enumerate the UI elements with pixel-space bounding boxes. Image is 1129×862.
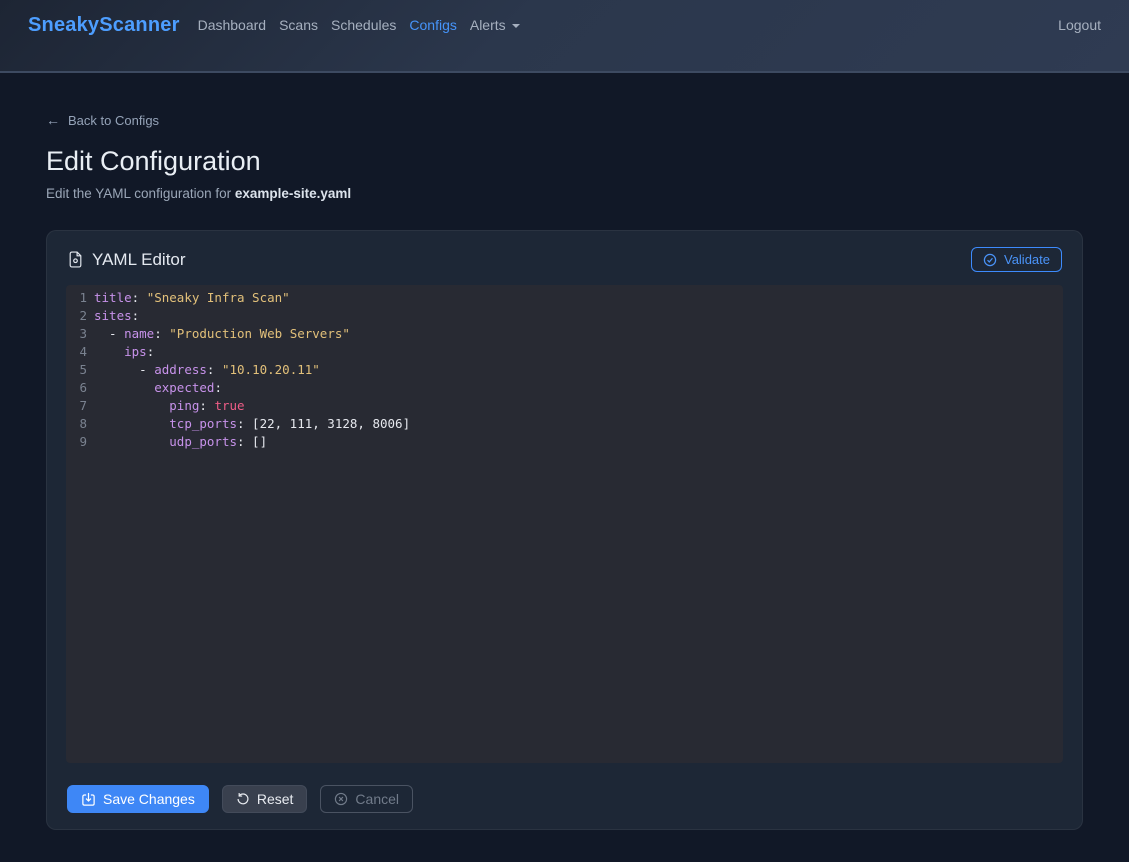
code-line[interactable]: 8 tcp_ports: [22, 111, 3128, 8006] [66, 415, 1063, 433]
nav-item-alerts[interactable]: Alerts [470, 17, 520, 33]
line-number: 3 [66, 325, 87, 343]
main-content: ← Back to Configs Edit Configuration Edi… [46, 73, 1083, 830]
card-title: YAML Editor [67, 250, 186, 270]
line-number: 7 [66, 397, 87, 415]
yaml-editor-card: YAML Editor Validate 1 title: "Sneaky Inf… [46, 230, 1083, 830]
code-line[interactable]: 4 ips: [66, 343, 1063, 361]
code-text: ips: [94, 343, 154, 361]
cancel-button[interactable]: Cancel [320, 785, 413, 813]
page-title: Edit Configuration [46, 146, 1083, 177]
file-code-icon [67, 251, 84, 268]
brand-logo[interactable]: SneakyScanner [28, 14, 180, 37]
subtitle-text: Edit the YAML configuration for [46, 186, 235, 201]
card-title-label: YAML Editor [92, 250, 186, 270]
line-number: 1 [66, 289, 87, 307]
x-circle-icon [334, 792, 348, 806]
yaml-code-editor[interactable]: 1title: "Sneaky Infra Scan"2sites:3 - na… [66, 285, 1063, 763]
code-text: - name: "Production Web Servers" [94, 325, 350, 343]
line-number: 8 [66, 415, 87, 433]
line-number: 2 [66, 307, 87, 325]
card-header: YAML Editor Validate [47, 231, 1082, 285]
nav-item-configs[interactable]: Configs [409, 17, 456, 33]
save-icon [81, 792, 96, 807]
code-text: - address: "10.10.20.11" [94, 361, 320, 379]
reset-button[interactable]: Reset [222, 785, 308, 813]
reset-counterclockwise-icon [236, 792, 250, 806]
card-footer: Save Changes Reset Cance [47, 763, 1082, 829]
code-text: title: "Sneaky Infra Scan" [94, 289, 290, 307]
code-line[interactable]: 7 ping: true [66, 397, 1063, 415]
nav-items: Dashboard Scans Schedules Configs Alerts [198, 17, 520, 33]
line-number: 9 [66, 433, 87, 451]
nav-item-scans[interactable]: Scans [279, 17, 318, 33]
back-link-label: Back to Configs [68, 113, 159, 128]
code-line[interactable]: 5 - address: "10.10.20.11" [66, 361, 1063, 379]
code-area: 1title: "Sneaky Infra Scan"2sites:3 - na… [66, 289, 1063, 451]
line-number: 6 [66, 379, 87, 397]
code-line[interactable]: 9 udp_ports: [] [66, 433, 1063, 451]
validate-button[interactable]: Validate [971, 247, 1062, 272]
code-line[interactable]: 2 sites: [66, 307, 1063, 325]
save-changes-button[interactable]: Save Changes [67, 785, 209, 813]
line-number: 4 [66, 343, 87, 361]
code-line[interactable]: 1 title: "Sneaky Infra Scan" [66, 289, 1063, 307]
code-text: udp_ports: [] [94, 433, 267, 451]
code-text: ping: true [94, 397, 245, 415]
code-text: expected: [94, 379, 222, 397]
config-filename: example-site.yaml [235, 186, 351, 201]
page-subtitle: Edit the YAML configuration for example-… [46, 186, 1083, 201]
navbar: SneakyScanner Dashboard Scans Schedules Con… [0, 0, 1129, 73]
chevron-down-icon [512, 24, 520, 28]
code-text: sites: [94, 307, 139, 325]
line-number: 5 [66, 361, 87, 379]
nav-item-schedules[interactable]: Schedules [331, 17, 396, 33]
logout-link[interactable]: Logout [1058, 17, 1101, 33]
code-line[interactable]: 3 - name: "Production Web Servers" [66, 325, 1063, 343]
back-to-configs-link[interactable]: ← Back to Configs [46, 113, 159, 128]
code-text: tcp_ports: [22, 111, 3128, 8006] [94, 415, 410, 433]
code-line[interactable]: 6 expected: [66, 379, 1063, 397]
check-circle-icon [983, 253, 997, 267]
nav-item-dashboard[interactable]: Dashboard [198, 17, 267, 33]
back-arrow-icon: ← [46, 113, 60, 127]
